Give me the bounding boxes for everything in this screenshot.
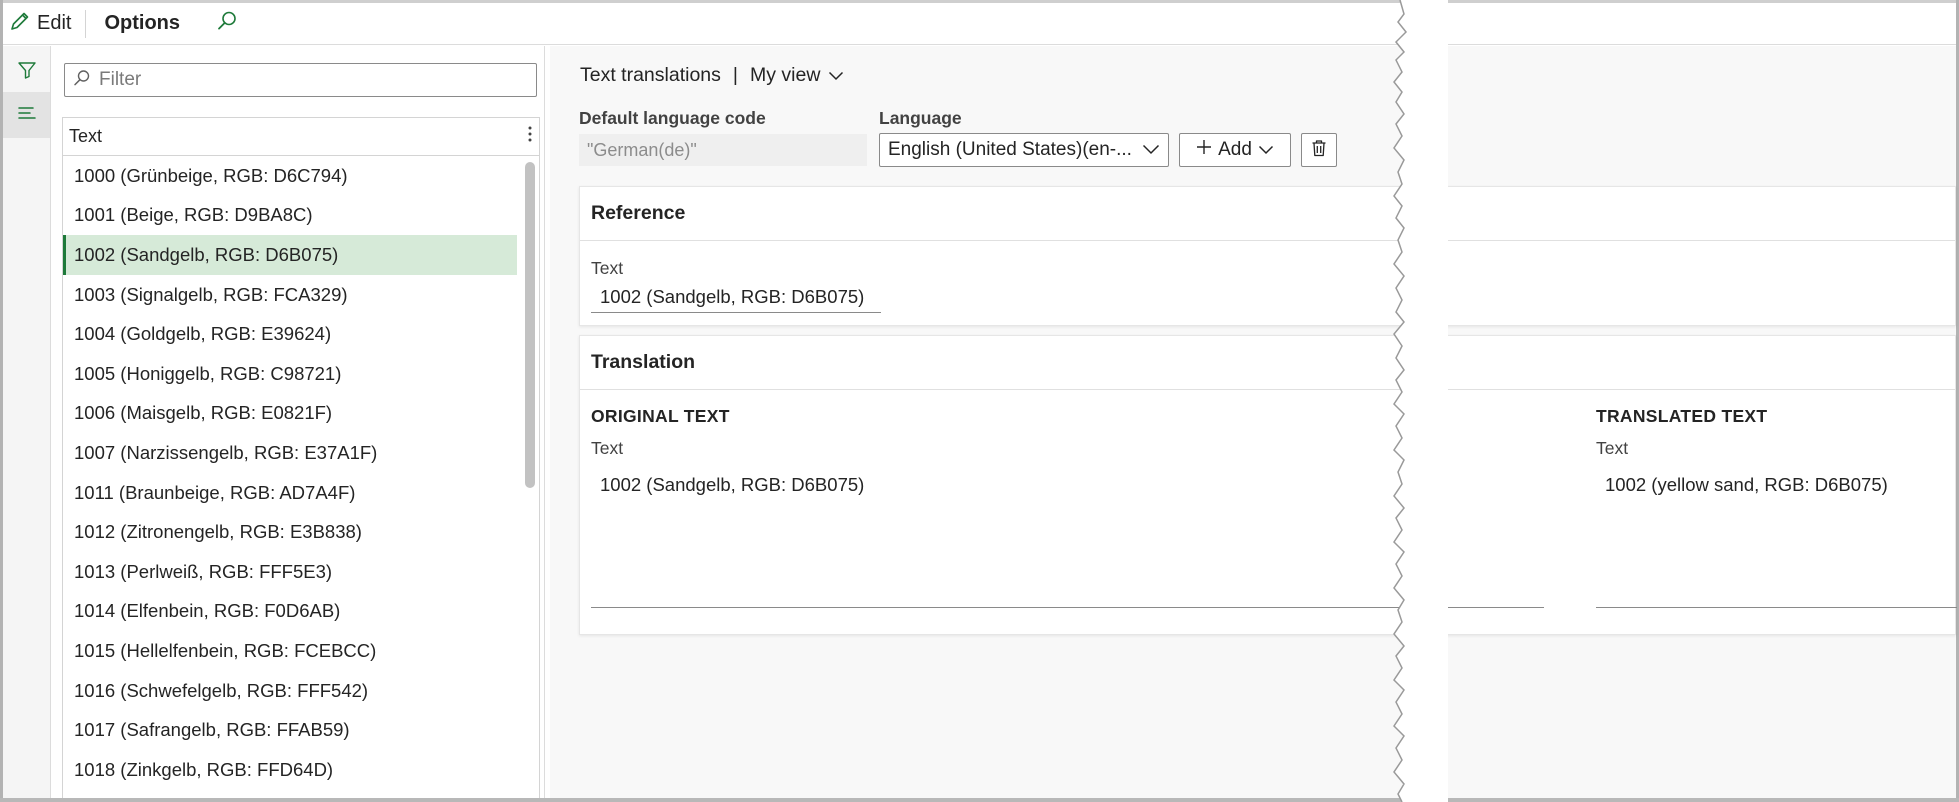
window-bottom-border	[0, 798, 1959, 802]
language-label: Language	[879, 108, 962, 128]
original-text-header: ORIGINAL TEXT	[591, 406, 730, 426]
add-label: Add	[1218, 139, 1252, 160]
translation-title[interactable]: Translation	[580, 336, 1955, 390]
search-button[interactable]	[198, 3, 238, 45]
translated-text-field[interactable]: 1002 (yellow sand, RGB: D6B075)	[1605, 474, 1888, 496]
action-toolbar: Edit Options	[3, 3, 1956, 45]
trash-icon	[1311, 139, 1327, 162]
view-header: Text translations | My view	[580, 64, 844, 87]
edit-button[interactable]: Edit	[3, 3, 85, 45]
table-row[interactable]: 1003 (Signalgelb, RGB: FCA329)	[63, 275, 517, 315]
original-text-label: Text	[591, 438, 624, 458]
column-header-text[interactable]: Text	[69, 126, 102, 147]
table-row[interactable]: 1015 (Hellelfenbein, RGB: FCEBCC)	[63, 631, 517, 671]
table-row[interactable]: 1014 (Elfenbein, RGB: F0D6AB)	[63, 592, 517, 632]
original-text-underline	[591, 607, 1544, 608]
reference-card: Reference Text 1002 (Sandgelb, RGB: D6B0…	[579, 186, 1956, 326]
text-grid: Text 1000 (Grünbeige, RGB: D6C794) 1001 …	[62, 117, 540, 798]
pencil-icon	[9, 10, 31, 38]
filter-pane-button[interactable]	[3, 50, 50, 94]
translated-text-underline	[1596, 607, 1957, 608]
reference-title[interactable]: Reference	[580, 187, 1955, 241]
left-rail	[3, 46, 51, 798]
table-row[interactable]: 1013 (Perlweiß, RGB: FFF5E3)	[63, 552, 517, 592]
translated-text-label: Text	[1596, 438, 1629, 458]
table-row[interactable]: 1016 (Schwefelgelb, RGB: FFF542)	[63, 671, 517, 711]
language-value: English (United States)(en-...	[888, 139, 1132, 160]
chevron-down-icon	[828, 64, 844, 87]
translation-card: Translation ORIGINAL TEXT Text 1002 (San…	[579, 335, 1957, 635]
language-dropdown[interactable]: English (United States)(en-...	[879, 133, 1169, 167]
list-pane-button[interactable]	[3, 92, 50, 138]
edit-label: Edit	[37, 12, 72, 34]
table-row[interactable]: 1017 (Safrangelb, RGB: FFAB59)	[63, 710, 517, 750]
table-row-selected[interactable]: 1002 (Sandgelb, RGB: D6B075)	[63, 235, 517, 275]
plus-icon	[1196, 139, 1212, 161]
default-language-label: Default language code	[579, 108, 766, 128]
translated-text-header: TRANSLATED TEXT	[1596, 406, 1768, 426]
view-name: My view	[749, 64, 821, 86]
grid-header: Text	[63, 118, 539, 156]
search-icon	[73, 69, 91, 92]
table-row[interactable]: 1006 (Maisgelb, RGB: E0821F)	[63, 394, 517, 434]
list-lines-icon	[17, 103, 37, 128]
add-button[interactable]: Add	[1179, 133, 1291, 167]
original-text-field[interactable]: 1002 (Sandgelb, RGB: D6B075)	[600, 474, 864, 496]
reference-text-label: Text	[591, 258, 624, 278]
chevron-down-icon	[1258, 139, 1274, 161]
default-language-field: "German(de)"	[579, 134, 867, 166]
search-icon	[216, 10, 238, 38]
options-tab[interactable]: Options	[86, 3, 198, 45]
grid-rows: 1000 (Grünbeige, RGB: D6C794) 1001 (Beig…	[63, 156, 539, 790]
funnel-icon	[17, 60, 37, 85]
table-row[interactable]: 1011 (Braunbeige, RGB: AD7A4F)	[63, 473, 517, 513]
grid-scrollbar[interactable]	[525, 162, 535, 488]
view-selector[interactable]: My view	[750, 64, 844, 87]
more-options-icon[interactable]	[527, 125, 533, 148]
table-row[interactable]: 1012 (Zitronengelb, RGB: E3B838)	[63, 512, 517, 552]
table-row[interactable]: 1018 (Zinkgelb, RGB: FFD64D)	[63, 750, 517, 790]
detail-pane: Text translations | My view Default lang…	[550, 46, 1957, 798]
reference-text-field[interactable]: 1002 (Sandgelb, RGB: D6B075)	[591, 281, 881, 313]
filter-field[interactable]	[64, 63, 537, 97]
title-separator: |	[732, 64, 738, 86]
delete-button[interactable]	[1301, 133, 1337, 167]
table-row[interactable]: 1001 (Beige, RGB: D9BA8C)	[63, 196, 517, 236]
table-row[interactable]: 1000 (Grünbeige, RGB: D6C794)	[63, 156, 517, 196]
filter-input[interactable]	[99, 69, 519, 91]
table-row[interactable]: 1005 (Honiggelb, RGB: C98721)	[63, 354, 517, 394]
chevron-down-icon	[1142, 139, 1160, 161]
list-pane: Text 1000 (Grünbeige, RGB: D6C794) 1001 …	[52, 46, 545, 798]
page-title: Text translations	[580, 64, 721, 86]
table-row[interactable]: 1004 (Goldgelb, RGB: E39624)	[63, 314, 517, 354]
table-row[interactable]: 1007 (Narzissengelb, RGB: E37A1F)	[63, 433, 517, 473]
